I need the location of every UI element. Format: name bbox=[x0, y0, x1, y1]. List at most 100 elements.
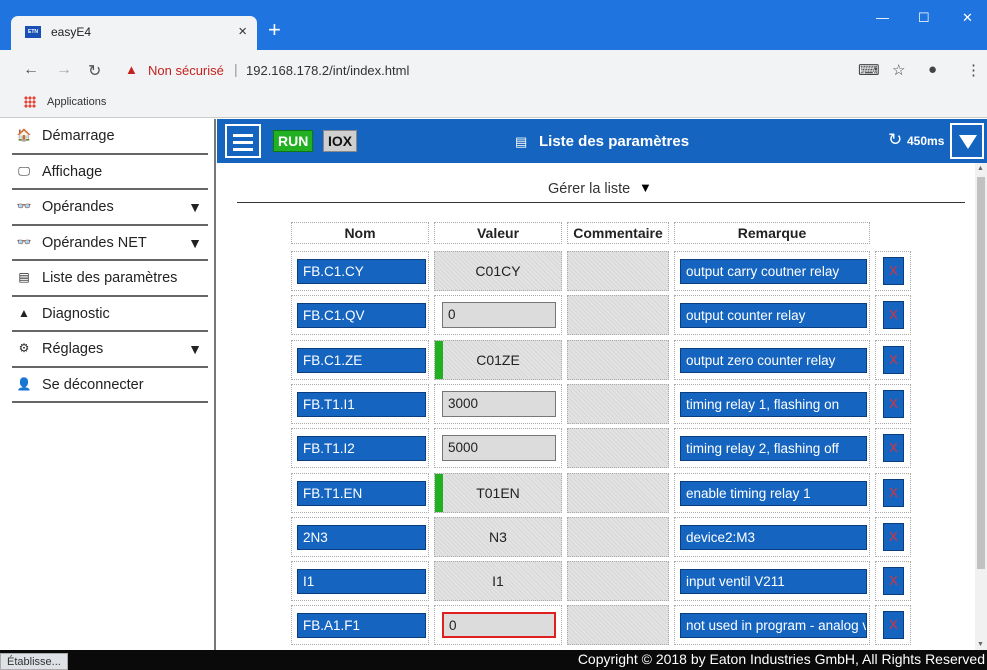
name-field[interactable]: FB.T1.I1 bbox=[297, 391, 426, 417]
delete-cell: X bbox=[875, 561, 911, 602]
name-field[interactable]: FB.C1.QV bbox=[297, 303, 426, 329]
delete-button[interactable]: X bbox=[883, 478, 904, 507]
delete-cell: X bbox=[875, 472, 911, 513]
close-window-button[interactable]: ✕ bbox=[962, 10, 973, 26]
security-label[interactable]: Non sécurisé bbox=[148, 63, 224, 78]
sidebar-item-se-deconnecter[interactable]: 👤 Se déconnecter bbox=[12, 368, 208, 403]
apps-bookmark[interactable]: Applications bbox=[47, 96, 106, 108]
remark-field[interactable]: device2:M3 bbox=[680, 524, 867, 550]
delete-button[interactable]: X bbox=[883, 434, 904, 463]
sidebar-item-operandes-net[interactable]: 👓 Opérandes NET ▼ bbox=[12, 226, 208, 261]
remark-field[interactable]: timing relay 1, flashing on bbox=[680, 391, 867, 417]
table-row: FB.T1.EN T01EN enable timing relay 1 X bbox=[291, 472, 911, 515]
column-header-value: Valeur bbox=[434, 222, 562, 244]
table-row: FB.A1.F1 0 not used in program - analog va… bbox=[291, 605, 911, 647]
name-field[interactable]: FB.T1.I2 bbox=[297, 436, 426, 462]
tab-title: easyE4 bbox=[51, 25, 92, 39]
sidebar-item-liste-des-parametres[interactable]: ▤ Liste des paramètres bbox=[12, 261, 208, 297]
remark-cell: output zero counter relay bbox=[674, 339, 870, 380]
scroll-thumb[interactable] bbox=[977, 177, 985, 569]
remark-field[interactable]: output counter relay bbox=[680, 303, 867, 329]
delete-button[interactable]: X bbox=[883, 301, 904, 330]
hamburger-menu-button[interactable] bbox=[225, 124, 261, 158]
sidebar-item-operandes[interactable]: 👓 Opérandes ▼ bbox=[12, 190, 208, 226]
maximize-button[interactable]: ☐ bbox=[918, 10, 930, 26]
refresh-icon[interactable]: ↻ bbox=[888, 130, 902, 150]
value-input[interactable]: 3000 bbox=[442, 390, 556, 417]
warning-icon: ▲ bbox=[125, 62, 138, 77]
url-field[interactable]: 192.168.178.2/int/index.html bbox=[246, 63, 409, 78]
remark-field[interactable]: not used in program - analog value compa… bbox=[680, 613, 867, 639]
hamburger-line bbox=[233, 141, 253, 144]
table-row: I1 I1 input ventil V211 X bbox=[291, 561, 911, 603]
remark-field[interactable]: output carry coutner relay bbox=[680, 259, 867, 284]
name-field[interactable]: FB.A1.F1 bbox=[297, 613, 426, 639]
reload-icon[interactable]: ↻ bbox=[88, 61, 101, 81]
translate-icon[interactable]: ⌨ bbox=[858, 61, 880, 79]
name-field[interactable]: FB.C1.CY bbox=[297, 259, 426, 284]
scroll-up-icon[interactable]: ▲ bbox=[977, 165, 984, 172]
monitor-icon: 🖵 bbox=[18, 163, 30, 178]
value-input[interactable]: 0 bbox=[442, 612, 556, 639]
remark-field[interactable]: enable timing relay 1 bbox=[680, 480, 867, 506]
expand-arrow-icon[interactable]: ▼ bbox=[188, 235, 202, 251]
value-input[interactable]: 5000 bbox=[442, 435, 556, 462]
expand-arrow-icon[interactable]: ▼ bbox=[188, 341, 202, 357]
browser-titlebar: ETN easyE4 × + — ☐ ✕ bbox=[0, 0, 987, 50]
minimize-button[interactable]: — bbox=[876, 10, 889, 25]
back-icon[interactable]: ← bbox=[23, 61, 39, 79]
name-field[interactable]: I1 bbox=[297, 569, 426, 595]
name-field[interactable]: FB.C1.ZE bbox=[297, 347, 426, 373]
column-header-remark: Remarque bbox=[674, 222, 870, 244]
vertical-scrollbar[interactable]: ▲ ▼ bbox=[975, 163, 987, 650]
name-cell: FB.C1.ZE bbox=[291, 339, 429, 380]
remark-field[interactable]: timing relay 2, flashing off bbox=[680, 436, 867, 462]
name-field[interactable]: FB.T1.EN bbox=[297, 480, 426, 506]
account-icon[interactable]: ● bbox=[928, 61, 937, 78]
manage-list-toggle[interactable]: Gérer la liste bbox=[548, 181, 630, 197]
remark-cell: output counter relay bbox=[674, 295, 870, 336]
sidebar-item-reglages[interactable]: ⚙ Réglages ▼ bbox=[12, 332, 208, 368]
hamburger-line bbox=[233, 148, 253, 151]
forward-icon[interactable]: → bbox=[56, 61, 72, 79]
triangle-down-icon[interactable]: ▼ bbox=[639, 180, 652, 195]
apps-grid-icon[interactable] bbox=[24, 96, 36, 108]
header-dropdown-button[interactable] bbox=[950, 123, 984, 159]
comment-cell bbox=[567, 251, 669, 291]
menu-dots-icon[interactable]: ⋮ bbox=[966, 61, 981, 79]
sidebar-item-label: Opérandes bbox=[42, 199, 114, 215]
refresh-interval[interactable]: 450ms bbox=[907, 134, 944, 148]
remark-field[interactable]: input ventil V211 bbox=[680, 569, 867, 595]
delete-button[interactable]: X bbox=[883, 522, 904, 551]
scroll-down-icon[interactable]: ▼ bbox=[977, 641, 984, 648]
remark-cell: input ventil V211 bbox=[674, 561, 870, 602]
list-icon: ▤ bbox=[515, 134, 528, 149]
warning-icon: ▲ bbox=[18, 305, 30, 320]
delete-cell: X bbox=[875, 605, 911, 646]
new-tab-button[interactable]: + bbox=[268, 19, 281, 41]
value-input[interactable]: 0 bbox=[442, 302, 556, 329]
delete-cell: X bbox=[875, 428, 911, 469]
expand-arrow-icon[interactable]: ▼ bbox=[188, 199, 202, 215]
delete-button[interactable]: X bbox=[883, 611, 904, 640]
name-cell: FB.C1.CY bbox=[291, 251, 429, 291]
sidebar-item-demarrage[interactable]: 🏠 Démarrage bbox=[12, 119, 208, 155]
user-icon: 👤 bbox=[16, 376, 32, 391]
hamburger-line bbox=[233, 134, 253, 137]
delete-button[interactable]: X bbox=[883, 389, 904, 418]
name-field[interactable]: 2N3 bbox=[297, 524, 426, 550]
delete-button[interactable]: X bbox=[883, 567, 904, 596]
value-cell: 0 bbox=[434, 605, 562, 646]
sidebar-item-diagnostic[interactable]: ▲ Diagnostic bbox=[12, 297, 208, 332]
remark-cell: not used in program - analog value compa… bbox=[674, 605, 870, 646]
column-header-comment: Commentaire bbox=[567, 222, 669, 244]
delete-button[interactable]: X bbox=[883, 257, 904, 285]
tab-close-icon[interactable]: × bbox=[238, 23, 247, 40]
star-icon[interactable]: ☆ bbox=[892, 61, 905, 79]
remark-field[interactable]: output zero counter relay bbox=[680, 347, 867, 373]
browser-tab[interactable]: ETN easyE4 × bbox=[11, 16, 257, 50]
name-cell: 2N3 bbox=[291, 516, 429, 557]
sidebar-item-affichage[interactable]: 🖵 Affichage bbox=[12, 155, 208, 190]
delete-button[interactable]: X bbox=[883, 345, 904, 374]
name-cell: FB.A1.F1 bbox=[291, 605, 429, 646]
